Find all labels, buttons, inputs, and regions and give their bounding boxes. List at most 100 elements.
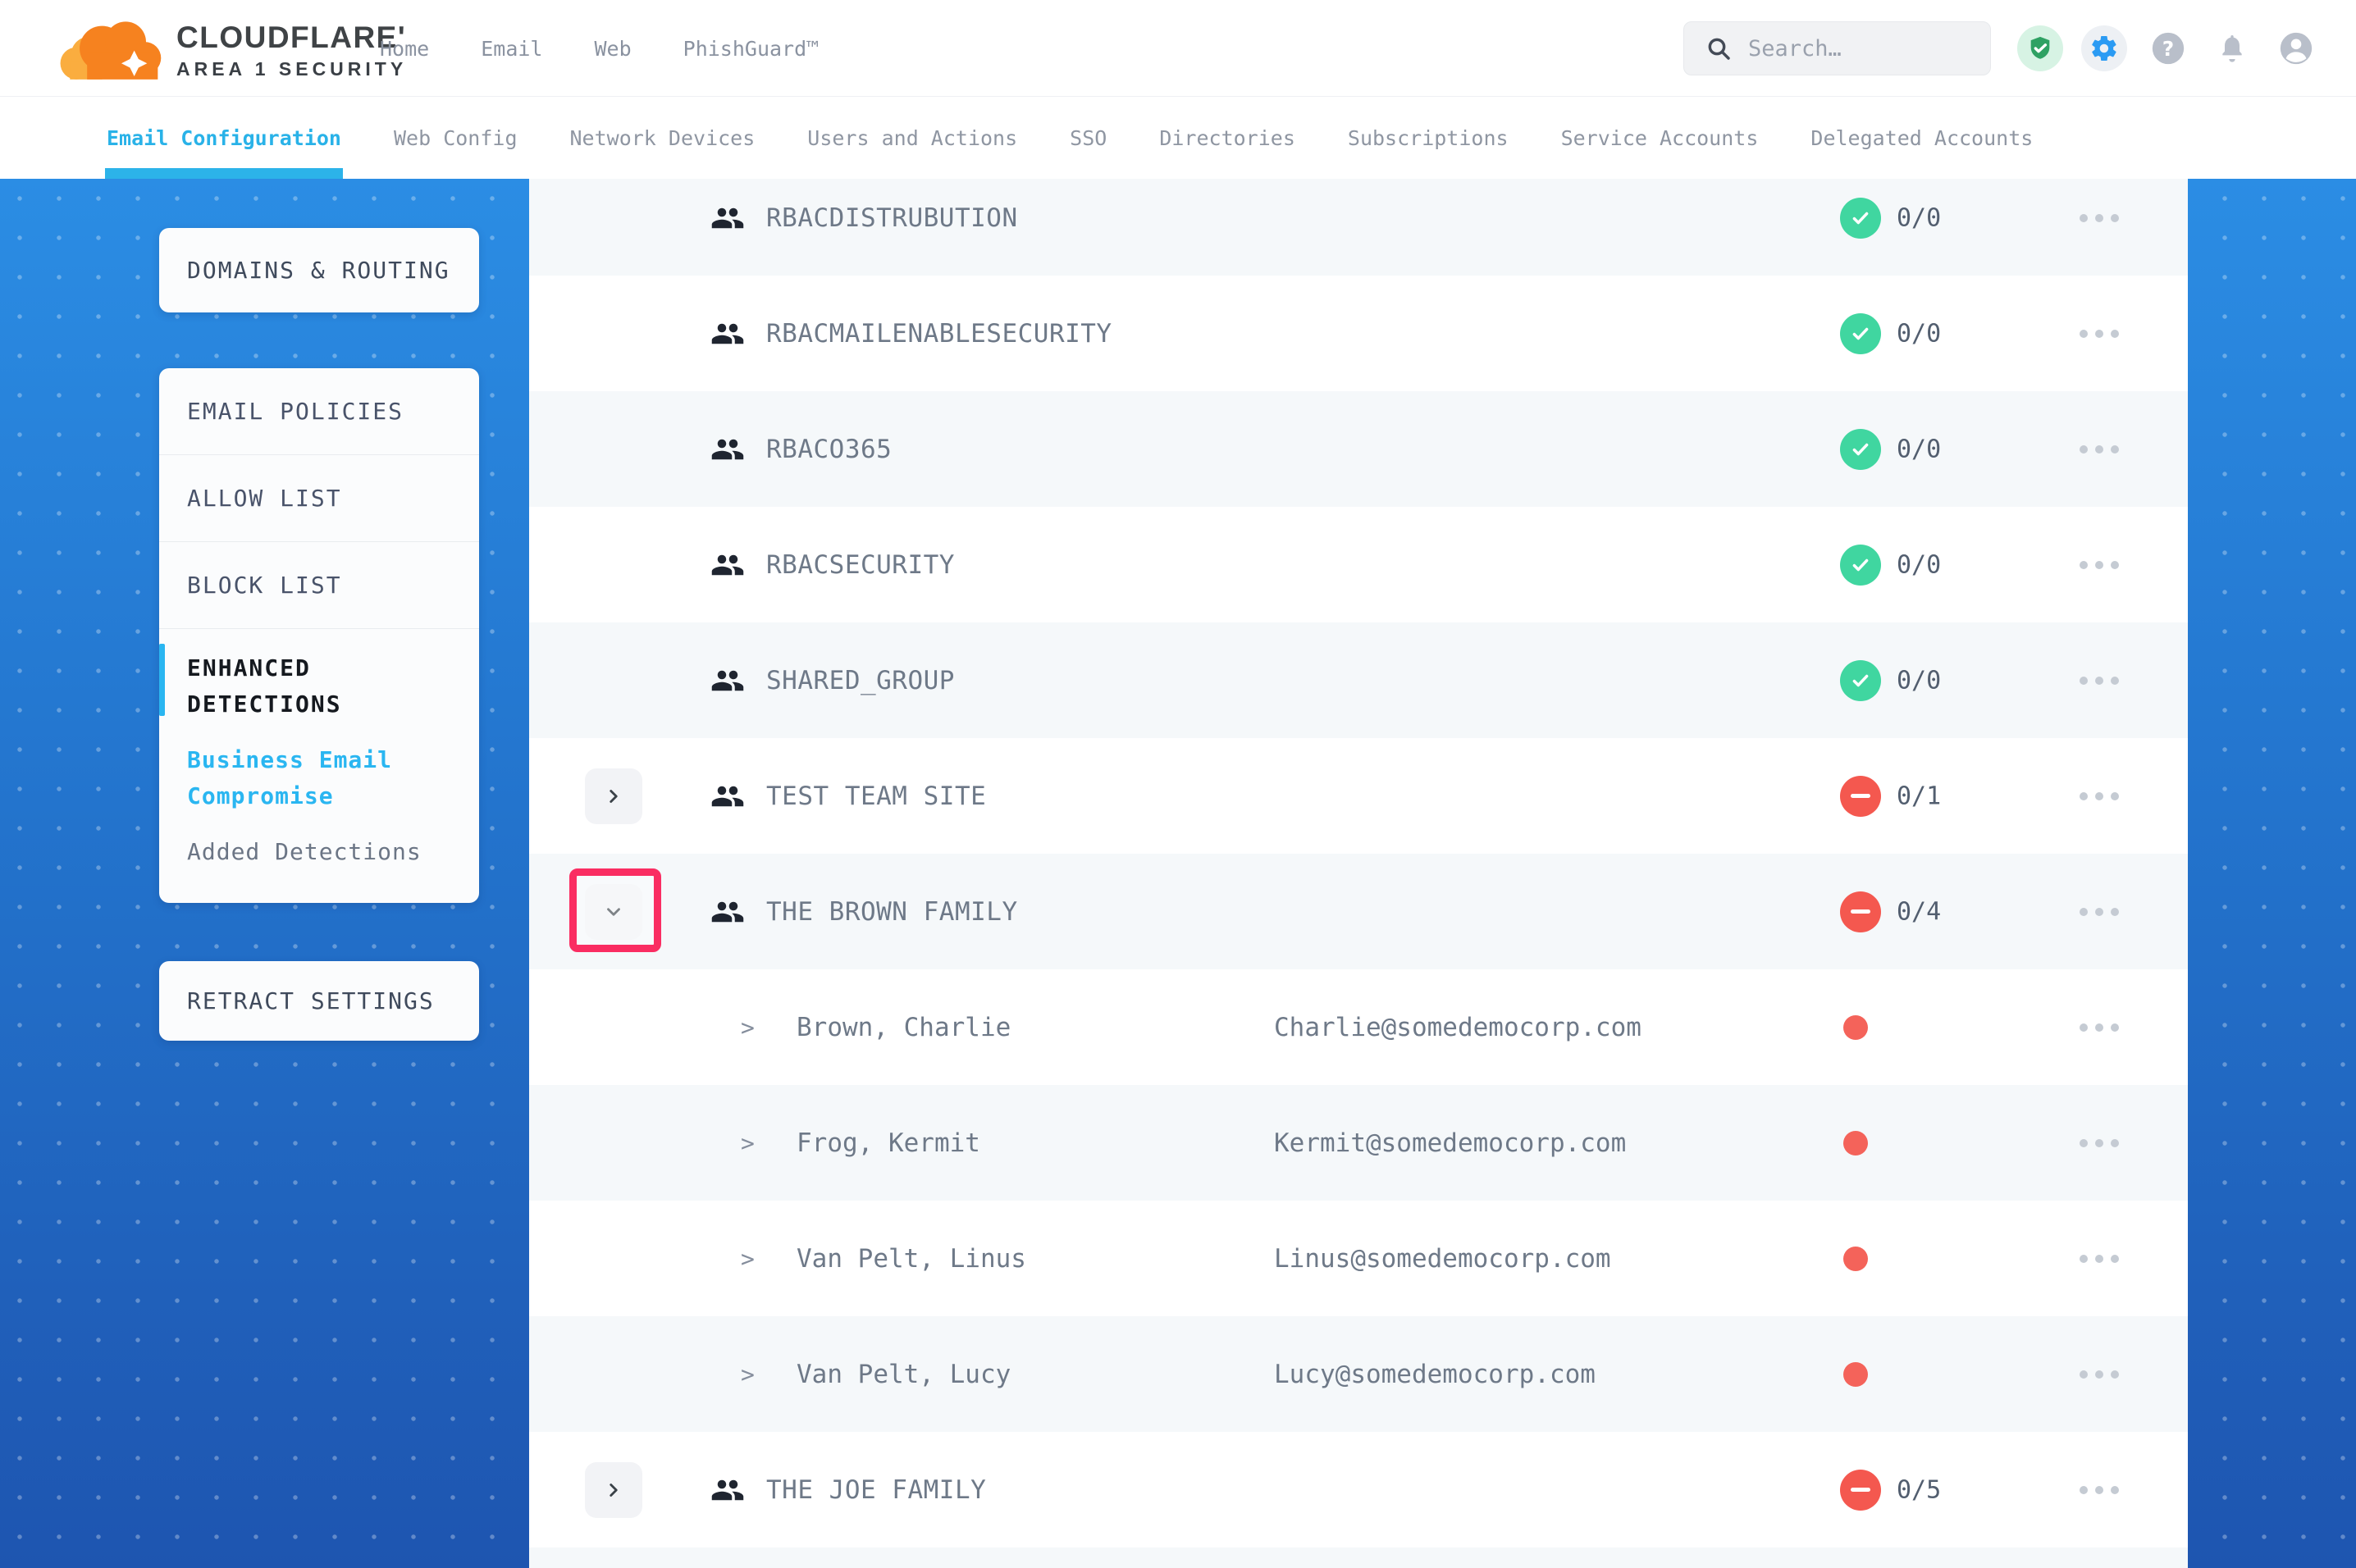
sidebar-item-allow-list[interactable]: ALLOW LIST xyxy=(159,455,479,542)
group-people-icon xyxy=(710,1473,745,1507)
table-row-group[interactable]: TEST TEAM SITE 0/1 xyxy=(529,738,2188,854)
group-table: RBACDISTRUBUTION0/0RBACMAILENABLESECURIT… xyxy=(529,179,2188,1568)
table-row-group[interactable]: RBACO365 0/0 xyxy=(529,391,2188,507)
sidebar-card-domains-routing[interactable]: DOMAINS & ROUTING xyxy=(159,228,479,312)
expand-group-button[interactable] xyxy=(585,768,642,824)
group-people-icon xyxy=(710,548,745,582)
row-menu-button[interactable] xyxy=(2076,553,2122,577)
row-menu-button[interactable] xyxy=(2076,1131,2122,1155)
group-people-icon xyxy=(710,432,745,467)
member-count: 0/0 xyxy=(1897,550,1941,579)
top-nav-item-email[interactable]: Email xyxy=(481,37,542,61)
group-name: RBACO365 xyxy=(766,435,892,464)
minus-icon xyxy=(1851,909,1870,914)
row-menu-button[interactable] xyxy=(2076,1247,2122,1271)
member-count: 0/0 xyxy=(1897,666,1941,695)
content-panel: RBACDISTRUBUTION0/0RBACMAILENABLESECURIT… xyxy=(529,179,2188,1568)
tab-network-devices[interactable]: Network Devices xyxy=(570,97,756,179)
sidebar-item-business-email-compromise[interactable]: Business Email Compromise xyxy=(187,742,433,814)
sidebar-card-retract-settings[interactable]: RETRACT SETTINGS xyxy=(159,961,479,1041)
status-dot-alert xyxy=(1843,1015,1868,1040)
search-box[interactable] xyxy=(1683,21,1991,75)
group-people-icon xyxy=(710,663,745,698)
bell-icon[interactable] xyxy=(2209,25,2255,71)
tab-web-config[interactable]: Web Config xyxy=(394,97,518,179)
tab-email-configuration[interactable]: Email Configuration xyxy=(107,97,341,179)
table-row-member[interactable]: >Van Pelt, LinusLinus@somedemocorp.com xyxy=(529,1201,2188,1316)
row-menu-button[interactable] xyxy=(2076,321,2122,346)
row-menu-button[interactable] xyxy=(2076,1362,2122,1387)
table-row-group[interactable]: THE BROWN FAMILY0/4 xyxy=(529,854,2188,969)
table-row-group[interactable]: THE JOE FAMILY0/5 xyxy=(529,1432,2188,1547)
help-icon[interactable]: ? xyxy=(2145,25,2191,71)
table-row-group[interactable]: SHARED_GROUP 0/0 xyxy=(529,622,2188,738)
policy-links: Business Email Compromise Added Detection… xyxy=(187,742,454,870)
group-people-icon xyxy=(710,895,745,929)
account-icon[interactable] xyxy=(2273,25,2319,71)
search-icon xyxy=(1705,35,1732,62)
group-name: RBACMAILENABLESECURITY xyxy=(766,319,1112,349)
sidebar-card-policies: EMAIL POLICIESALLOW LISTBLOCK LIST ENHAN… xyxy=(159,368,479,903)
search-input[interactable] xyxy=(1748,36,1970,62)
member-count: 0/0 xyxy=(1897,435,1941,463)
sidebar-item-block-list[interactable]: BLOCK LIST xyxy=(159,542,479,629)
member-email: Kermit@somedemocorp.com xyxy=(1274,1128,1626,1158)
row-menu-button[interactable] xyxy=(2076,900,2122,924)
member-caret-icon: > xyxy=(741,1245,755,1272)
table-row-member[interactable]: >Brown, CharlieCharlie@somedemocorp.com xyxy=(529,969,2188,1085)
shield-check-icon[interactable] xyxy=(2017,25,2063,71)
member-count: 0/1 xyxy=(1897,782,1941,810)
tab-delegated-accounts[interactable]: Delegated Accounts xyxy=(1810,97,2033,179)
member-name: Frog, Kermit xyxy=(797,1128,980,1158)
tab-directories[interactable]: Directories xyxy=(1159,97,1295,179)
sidebar-item-email-policies[interactable]: EMAIL POLICIES xyxy=(159,368,479,455)
settings-gear-icon[interactable] xyxy=(2081,25,2127,71)
status-badge-ok xyxy=(1840,660,1881,701)
top-nav-item-phishguard[interactable]: PhishGuard™ xyxy=(683,37,820,61)
cloudflare-cloud-icon xyxy=(45,10,170,87)
status-dot-alert xyxy=(1843,1131,1868,1155)
row-menu-button[interactable] xyxy=(2076,784,2122,809)
app-header: CLOUDFLARE' AREA 1 SECURITY HomeEmailWeb… xyxy=(0,0,2356,97)
table-row-member[interactable]: >Van Pelt, LucyLucy@somedemocorp.com xyxy=(529,1316,2188,1432)
row-menu-button[interactable] xyxy=(2076,1015,2122,1040)
expand-group-button[interactable] xyxy=(585,1462,642,1518)
status-dot-alert xyxy=(1843,1362,1868,1387)
row-menu-button[interactable] xyxy=(2076,206,2122,230)
status-badge-ok xyxy=(1840,313,1881,354)
tab-sso[interactable]: SSO xyxy=(1070,97,1107,179)
tab-users-and-actions[interactable]: Users and Actions xyxy=(807,97,1017,179)
member-email: Lucy@somedemocorp.com xyxy=(1274,1360,1596,1389)
member-count: 0/0 xyxy=(1897,319,1941,348)
chevron-right-icon xyxy=(603,786,624,807)
collapse-group-button[interactable] xyxy=(585,884,642,940)
table-row-group[interactable]: RBACDISTRUBUTION 0/0 xyxy=(529,179,2188,276)
table-row-group[interactable]: RBACMAILENABLESECURITY 0/0 xyxy=(529,276,2188,391)
status-badge-blocked xyxy=(1840,891,1881,932)
status-badge-ok xyxy=(1840,198,1881,239)
member-name: Brown, Charlie xyxy=(797,1013,1011,1042)
enhanced-detections-title: ENHANCED DETECTIONS xyxy=(187,650,400,722)
chevron-right-icon xyxy=(603,1479,624,1501)
tab-service-accounts[interactable]: Service Accounts xyxy=(1561,97,1759,179)
sidebar-item-added-detections[interactable]: Added Detections xyxy=(187,834,433,870)
group-name: SHARED_GROUP xyxy=(766,666,955,695)
group-name: RBACDISTRUBUTION xyxy=(766,203,1018,233)
row-menu-button[interactable] xyxy=(2076,437,2122,462)
table-row-member[interactable]: >Frog, KermitKermit@somedemocorp.com xyxy=(529,1085,2188,1201)
tab-subscriptions[interactable]: Subscriptions xyxy=(1348,97,1509,179)
minus-icon xyxy=(1851,1488,1870,1492)
check-icon xyxy=(1849,554,1872,577)
check-icon xyxy=(1849,438,1872,461)
table-row-group[interactable]: RBACSECURITY0/0 xyxy=(529,507,2188,622)
top-nav-item-home[interactable]: Home xyxy=(380,37,429,61)
top-nav-item-web[interactable]: Web xyxy=(594,37,631,61)
top-nav: Home Email Web PhishGuard™ xyxy=(380,0,819,97)
group-name: TEST TEAM SITE xyxy=(766,782,986,811)
row-menu-button[interactable] xyxy=(2076,1478,2122,1502)
member-email: Linus@somedemocorp.com xyxy=(1274,1244,1611,1274)
member-caret-icon: > xyxy=(741,1361,755,1388)
row-menu-button[interactable] xyxy=(2076,668,2122,693)
member-count: 0/0 xyxy=(1897,203,1941,232)
sidebar-item-retract-settings: RETRACT SETTINGS xyxy=(159,987,435,1014)
